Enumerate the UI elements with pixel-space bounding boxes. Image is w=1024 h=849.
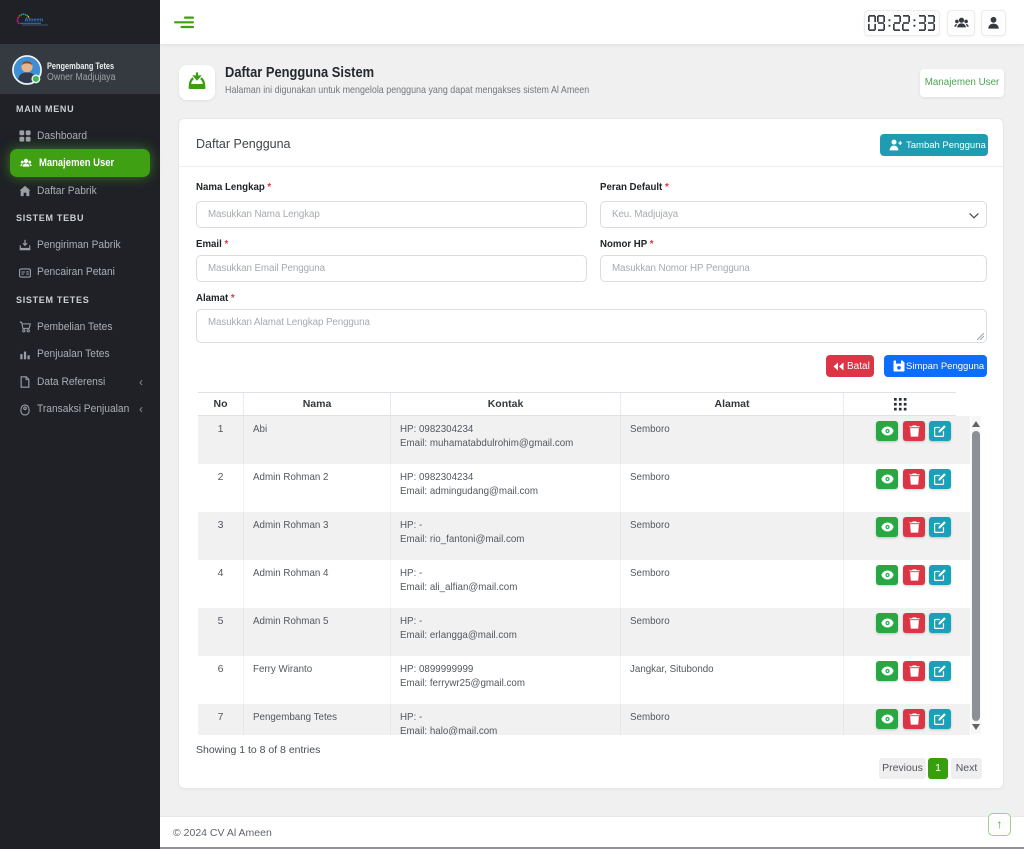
svg-text:Ameen: Ameen bbox=[25, 18, 44, 24]
